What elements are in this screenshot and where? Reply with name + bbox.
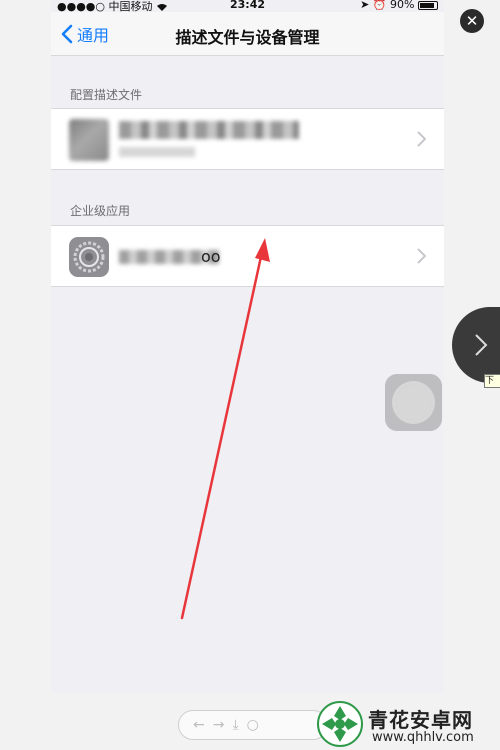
chevron-right-icon: [417, 248, 426, 264]
phone-screen: ●●●●○ 中国移动 23:42 ➤ ⏰ 90% 通用 描述文件与设备管理 配置…: [51, 0, 444, 693]
navigation-bar: 通用 描述文件与设备管理: [51, 12, 444, 56]
next-arrow-icon[interactable]: →: [213, 717, 225, 733]
status-bar: ●●●●○ 中国移动 23:42 ➤ ⏰ 90%: [51, 0, 444, 13]
download-icon[interactable]: ⤓: [232, 717, 238, 733]
viewer-toolbar: ← → ⤓ ○: [178, 710, 328, 740]
profile-row[interactable]: [51, 108, 444, 170]
watermark-site-name: 青花安卓网: [368, 708, 473, 732]
close-icon: ✕: [465, 12, 479, 30]
battery-icon: [418, 0, 438, 10]
page-title: 描述文件与设备管理: [175, 28, 320, 47]
prev-arrow-icon[interactable]: ←: [193, 717, 205, 733]
assistive-touch-button[interactable]: [385, 374, 442, 431]
watermark-logo-icon: [317, 701, 363, 747]
site-watermark: 青花安卓网 www.qhhlv.com: [316, 700, 500, 750]
next-page-button[interactable]: [452, 307, 500, 383]
profile-subtitle-blurred: [119, 147, 195, 157]
alarm-icon: ⏰: [372, 0, 387, 11]
enterprise-app-row[interactable]: oo: [51, 225, 444, 287]
chevron-right-icon: [417, 131, 426, 147]
search-icon[interactable]: ○: [247, 717, 259, 733]
location-icon: ➤: [360, 0, 370, 11]
profile-icon-blurred: [69, 119, 109, 161]
section-header-profiles: 配置描述文件: [70, 88, 143, 102]
battery-percent: 90%: [390, 0, 415, 11]
settings-gear-icon: [69, 237, 109, 277]
enterprise-app-name-suffix: oo: [201, 247, 221, 266]
chevron-right-icon: [475, 334, 488, 356]
watermark-url: www.qhhlv.com: [372, 730, 474, 745]
section-header-enterprise: 企业级应用: [70, 204, 131, 218]
next-tooltip: 下一: [484, 374, 500, 388]
profile-name-blurred: [119, 121, 299, 139]
close-button[interactable]: ✕: [460, 9, 484, 33]
